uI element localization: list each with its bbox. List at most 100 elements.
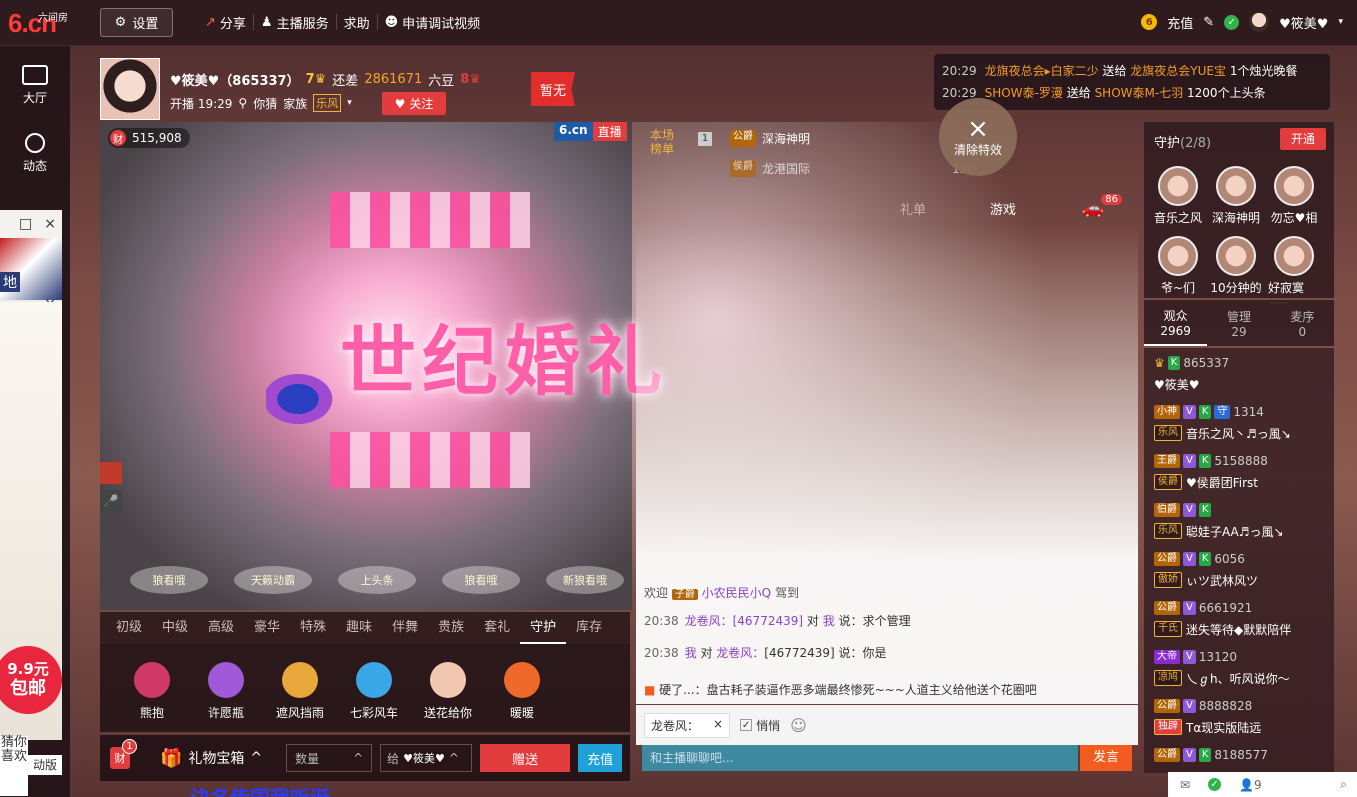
rank-flag[interactable]: 暂无 <box>531 72 575 106</box>
tab-gift-noble[interactable]: 贵族 <box>428 612 474 644</box>
tab-mic-queue[interactable]: 麦序 0 <box>1271 300 1334 346</box>
wealth-badge: 财 515,908 <box>108 128 190 148</box>
settings-button[interactable]: ⚙ 设置 <box>100 8 173 37</box>
recharge-button[interactable]: 充值 <box>578 744 623 772</box>
chat-user[interactable]: 小农民民小Q <box>702 586 771 600</box>
emoji-icon[interactable]: ☺ <box>790 716 807 735</box>
tab-gift-guard[interactable]: 守护 <box>520 612 567 644</box>
close-icon[interactable]: × <box>44 216 56 232</box>
user-avatar[interactable] <box>1249 12 1270 32</box>
chevron-down-icon[interactable]: ▾ <box>1338 17 1343 27</box>
debug-video-link[interactable]: ☻ 申请调试视频 <box>378 14 488 32</box>
guard-member[interactable]: 深海神明 <box>1210 166 1262 226</box>
quantity-input[interactable]: 数量 ^ <box>286 744 373 772</box>
edit-icon[interactable]: ✎ <box>1203 15 1214 30</box>
tab-admins[interactable]: 管理 29 <box>1207 300 1270 346</box>
sidebar-item-feed[interactable]: 动态 <box>0 120 70 186</box>
tab-gift-fun[interactable]: 趣味 <box>336 612 382 644</box>
verified-icon[interactable]: ✓ <box>1208 778 1222 791</box>
sidebar-item-lobby[interactable]: 大厅 <box>0 52 70 118</box>
host-avatar[interactable] <box>100 58 160 120</box>
bottom-banner[interactable]: 決名传国我听诞 <box>190 782 330 797</box>
list-item[interactable]: 公爵 V 8888828 独辟 Tα现实版陆远 <box>1154 691 1330 740</box>
recipient-select[interactable]: 给 ♥筱美♥ ^ <box>380 744 473 772</box>
guard-member[interactable]: 音乐之风 <box>1152 166 1204 226</box>
tab-gift-basic[interactable]: 初级 <box>106 612 152 644</box>
stand-item[interactable]: 新狼看哦 <box>546 566 624 594</box>
tab-car[interactable]: 🚗 86 <box>1048 190 1138 226</box>
chat-input[interactable]: 和主播聊聊吧... <box>642 745 1078 771</box>
share-link[interactable]: ↗ 分享 <box>198 14 254 32</box>
rank-row[interactable]: 侯爵 龙港国际 <box>730 160 810 177</box>
chat-user[interactable]: 龙卷风： <box>685 614 733 628</box>
list-item[interactable]: 公爵 V K 8188577 <box>1154 740 1330 773</box>
guard-member[interactable]: 勿忘♥相 <box>1268 166 1320 226</box>
recharge-link[interactable]: 充值 <box>1167 13 1193 32</box>
rank-label[interactable]: 本场榜单 <box>650 128 680 156</box>
chat-target-select[interactable]: 龙卷风： × <box>644 712 731 738</box>
wealth-button[interactable]: 财1 <box>110 739 137 769</box>
family-badge[interactable]: 乐风 <box>313 94 342 112</box>
guess-you-like[interactable]: 猜你喜欢 <box>0 736 28 796</box>
stand-item[interactable]: 上头条 <box>338 566 416 594</box>
gift-box-button[interactable]: 🎁 礼物宝箱 ^ <box>160 748 262 769</box>
tab-gift-set[interactable]: 套礼 <box>474 612 520 644</box>
notice-receiver[interactable]: SHOW泰M-七羽 <box>1095 86 1184 100</box>
user-count[interactable]: 👤9 <box>1239 778 1262 792</box>
site-logo[interactable]: 6.cn 六间房 <box>8 6 70 40</box>
tab-games[interactable]: 游戏 <box>958 190 1048 226</box>
stand-item[interactable]: 狼看哦 <box>130 566 208 594</box>
guard-member[interactable]: 爷~们 <box>1152 236 1204 310</box>
rank-row[interactable]: 公爵 深海神明 <box>730 130 810 147</box>
gift-item[interactable]: 送花给你 <box>418 644 478 732</box>
close-icon[interactable]: × <box>713 717 723 734</box>
notice-sender[interactable]: 龙旗夜总会▸白家二少 <box>985 64 1099 78</box>
stand-item[interactable]: 天籁动霸 <box>234 566 312 594</box>
list-item[interactable]: ♛ K 865337 ♥筱美♥ <box>1154 348 1330 397</box>
list-item[interactable]: 伯爵 V K 乐风 聪娃子AA♬っ風↘ <box>1154 495 1330 544</box>
mic-icon[interactable]: 🎤 <box>100 490 122 512</box>
list-item[interactable]: 公爵 V 6661921 千氏 迷失等待◆默默陪伴 <box>1154 593 1330 642</box>
guard-member[interactable]: 10分钟的 <box>1210 236 1262 310</box>
list-item[interactable]: 大帝 V 13120 凉鸠 乀ℊh、听风说你～ <box>1154 642 1330 691</box>
host-name[interactable]: ♥筱美♥（865337） <box>170 70 300 89</box>
gift-item[interactable]: 暖暖 <box>492 644 552 732</box>
open-guard-button[interactable]: 开通 <box>1280 128 1326 150</box>
tab-gift-advanced[interactable]: 高级 <box>198 612 244 644</box>
whisper-checkbox[interactable]: ✓ 悄悄 <box>740 717 780 734</box>
ad-version-link[interactable]: 动版 <box>28 755 62 775</box>
gift-item[interactable]: 许愿瓶 <box>196 644 256 732</box>
list-item[interactable]: 王爵 V K 5158888 侯爵 ♥侯爵团First <box>1154 446 1330 495</box>
tab-gift-inventory[interactable]: 库存 <box>566 612 612 644</box>
list-item[interactable]: 公爵 V K 6056 傲娇 ぃツ武林风ツ <box>1154 544 1330 593</box>
guard-member[interactable]: 好寂寞~~ <box>1268 236 1320 310</box>
tab-gift-list[interactable]: 礼单 <box>868 190 958 226</box>
menu-icon[interactable] <box>100 462 122 484</box>
follow-button[interactable]: ♥ 关注 <box>382 92 446 115</box>
mic-controls[interactable]: 🎤 <box>100 462 124 518</box>
stand-item[interactable]: 狼看哦 <box>442 566 520 594</box>
tab-gift-mid[interactable]: 中级 <box>152 612 198 644</box>
send-message-button[interactable]: 发言 <box>1080 745 1132 771</box>
gift-item[interactable]: 熊抱 <box>122 644 182 732</box>
gift-item[interactable]: 遮风挡雨 <box>270 644 330 732</box>
notice-sender[interactable]: SHOW泰-罗漫 <box>985 86 1063 100</box>
clear-effects-button[interactable]: × 清除特效 <box>939 98 1017 176</box>
tab-gift-dance[interactable]: 伴舞 <box>382 612 428 644</box>
minimize-icon[interactable]: □ <box>19 216 32 232</box>
list-item[interactable]: 小神 V K 守 1314 乐风 音乐之风丶♬っ風↘ <box>1154 397 1330 446</box>
help-link[interactable]: 求助 <box>337 14 378 32</box>
ad-image[interactable]: 地 <box>0 238 62 300</box>
chat-user[interactable]: 龙卷风： <box>716 646 764 660</box>
anchor-service-link[interactable]: ♟ 主播服务 <box>254 14 337 32</box>
send-gift-button[interactable]: 赠送 <box>480 744 571 772</box>
tab-gift-luxury[interactable]: 豪华 <box>244 612 290 644</box>
chevron-down-icon[interactable]: ▾ <box>347 98 352 108</box>
gift-item[interactable]: 七彩风车 <box>344 644 404 732</box>
username[interactable]: ♥筱美♥ <box>1279 13 1328 32</box>
notice-receiver[interactable]: 龙旗夜总会YUE宝 <box>1130 64 1226 78</box>
zoom-icon[interactable]: ⌕ <box>1340 777 1347 792</box>
tab-gift-special[interactable]: 特殊 <box>290 612 336 644</box>
mail-icon[interactable]: ✉ <box>1180 778 1190 792</box>
tab-audience[interactable]: 观众 2969 <box>1144 300 1208 346</box>
